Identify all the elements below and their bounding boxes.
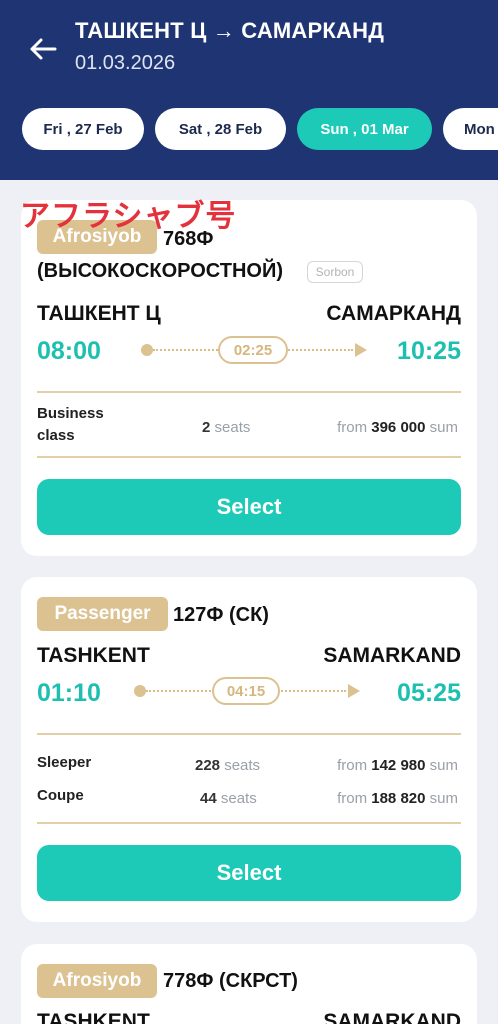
route-arrow-icon — [355, 343, 367, 357]
train-number: 778Ф (СКРСТ) — [163, 970, 298, 992]
class-name: Business class — [37, 405, 104, 444]
select-button[interactable]: Select — [37, 479, 461, 535]
overlay-annotation: アフラシャブ号 — [20, 199, 237, 234]
divider — [37, 456, 461, 458]
route-title: ТАШКЕНТ Ц → САМАРКАНД — [75, 18, 385, 43]
divider — [37, 391, 461, 393]
class-price: from 188 820 sum — [337, 790, 458, 807]
class-name: Sleeper — [37, 754, 92, 771]
divider — [37, 822, 461, 824]
departure-time: 01:10 — [37, 679, 101, 707]
arrival-station: САМАРКАНД — [326, 302, 461, 325]
route-arrow-icon — [348, 684, 360, 698]
trip-duration: 04:15 — [212, 677, 280, 705]
arrival-time: 05:25 — [397, 679, 461, 707]
train-brand-badge: Passenger — [37, 597, 168, 631]
route-start-dot — [134, 685, 146, 697]
train-card: Passenger 127Ф (СК) TASHKENT SAMARKAND 0… — [21, 577, 477, 922]
header: ТАШКЕНТ Ц → САМАРКАНД 01.03.2026 Fri , 2… — [0, 0, 498, 180]
back-arrow-icon[interactable] — [28, 34, 58, 64]
class-price: from 396 000 sum — [337, 419, 458, 436]
train-type: (ВЫСОКОСКОРОСТНОЙ) — [37, 260, 283, 282]
select-button[interactable]: Select — [37, 845, 461, 901]
date-chip-fri-27-feb[interactable]: Fri , 27 Feb — [22, 108, 144, 150]
date-chip-sat-28-feb[interactable]: Sat , 28 Feb — [155, 108, 286, 150]
train-card: Afrosiyob 768Ф (ВЫСОКОСКОРОСТНОЙ) Sorbon… — [21, 200, 477, 556]
trip-duration: 02:25 — [218, 336, 288, 364]
date-selector: Fri , 27 Feb Sat , 28 Feb Sun , 01 Mar M… — [0, 108, 498, 152]
divider — [37, 733, 461, 735]
arrival-station: SAMARKAND — [323, 1010, 461, 1024]
train-number: 127Ф (СК) — [173, 604, 269, 626]
seats-available: 228 seats — [195, 757, 261, 774]
departure-station: TASHKENT — [37, 644, 150, 667]
seats-available: 2 seats — [202, 419, 251, 436]
arrival-station: SAMARKAND — [323, 644, 461, 667]
date-chip-sun-01-mar[interactable]: Sun , 01 Mar — [297, 108, 432, 150]
class-price: from 142 980 sum — [337, 757, 458, 774]
route-start-dot — [141, 344, 153, 356]
train-card: Afrosiyob 778Ф (СКРСТ) TASHKENT SAMARKAN… — [21, 944, 477, 1024]
date-chip-mon[interactable]: Mon — [443, 108, 498, 150]
departure-station: TASHKENT — [37, 1010, 150, 1024]
departure-time: 08:00 — [37, 337, 101, 365]
travel-date: 01.03.2026 — [75, 52, 176, 74]
class-name: Coupe — [37, 787, 84, 804]
train-brand-badge: Afrosiyob — [37, 964, 157, 998]
arrival-time: 10:25 — [397, 337, 461, 365]
train-tag: Sorbon — [307, 261, 363, 283]
seats-available: 44 seats — [200, 790, 257, 807]
departure-station: ТАШКЕНТ Ц — [37, 302, 161, 325]
